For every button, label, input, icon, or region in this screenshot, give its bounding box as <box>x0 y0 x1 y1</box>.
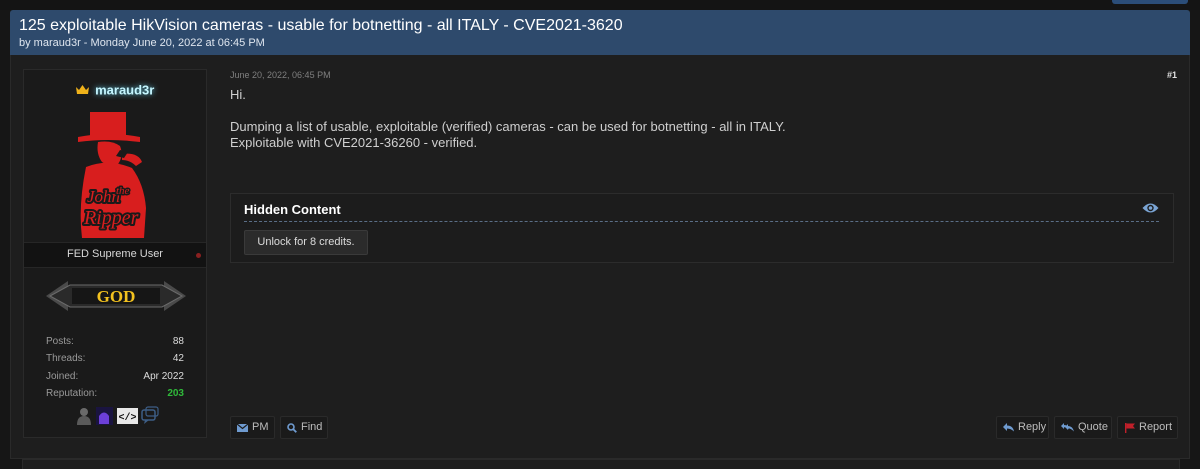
awards-row: </> <box>77 406 159 425</box>
next-post-edge <box>22 459 1180 469</box>
stat-label-threads: Threads: <box>46 353 86 364</box>
stat-value-reputation[interactable]: 203 <box>167 388 184 399</box>
author-username[interactable]: maraud3r <box>95 82 154 97</box>
find-label: Find <box>301 421 323 433</box>
find-button[interactable]: Find <box>280 416 328 439</box>
pm-button[interactable]: PM <box>230 416 275 439</box>
cloak-award-icon[interactable] <box>77 408 91 425</box>
stat-label-reputation: Reputation: <box>46 388 98 399</box>
usertitle: FED Supreme User <box>67 248 163 260</box>
svg-text:</>: </> <box>118 412 136 424</box>
stat-value-posts: 88 <box>172 336 184 347</box>
stat-label-posts: Posts: <box>46 336 74 347</box>
avatar-text-the: the <box>116 185 130 197</box>
thread-title: 125 exploitable HikVision cameras - usab… <box>19 17 623 34</box>
report-button[interactable]: Report <box>1117 416 1178 439</box>
post-body-line: Dumping a list of usable, exploitable (v… <box>230 119 786 134</box>
chat-award-icon[interactable] <box>141 406 159 424</box>
post-date: June 20, 2022, 06:45 PM <box>230 70 331 80</box>
post-number-link[interactable]: #1 <box>1167 70 1177 80</box>
reply-button[interactable]: Reply <box>996 416 1049 439</box>
stat-value-joined: Apr 2022 <box>143 371 184 382</box>
unlock-button[interactable]: Unlock for 8 credits. <box>244 230 368 255</box>
crown-icon <box>75 85 89 95</box>
author-panel: maraud3r John John the the Ripper Ripper… <box>23 69 207 438</box>
quote-label: Quote <box>1078 421 1108 433</box>
stat-value-threads: 42 <box>172 353 184 364</box>
pm-label: PM <box>252 421 269 433</box>
eye-icon <box>1142 203 1159 213</box>
flag-icon <box>1125 422 1135 433</box>
avatar-text-ripper: Ripper <box>83 207 139 229</box>
thread-header: 125 exploitable HikVision cameras - usab… <box>10 10 1190 55</box>
hidden-content-box: Hidden Content Unlock for 8 credits. <box>230 193 1174 263</box>
quote-reply-icon <box>1061 423 1074 432</box>
post-greeting: Hi. <box>230 87 246 102</box>
top-strip <box>0 0 1200 10</box>
report-label: Report <box>1139 421 1173 433</box>
reply-icon <box>1003 423 1014 432</box>
reply-label: Reply <box>1018 421 1047 433</box>
offline-status-dot <box>196 253 201 258</box>
search-icon <box>287 422 297 433</box>
hidden-content-divider <box>244 221 1159 222</box>
top-tab <box>1112 0 1188 4</box>
post: maraud3r John John the the Ripper Ripper… <box>10 55 1190 459</box>
rank-banner: GOD <box>46 281 186 311</box>
avatar[interactable]: John John the the Ripper Ripper <box>60 110 170 240</box>
post-body: Hi. Dumping a list of usable, exploitabl… <box>230 87 786 151</box>
usertitle-row: FED Supreme User <box>24 242 206 268</box>
author-name-row: maraud3r <box>24 81 206 99</box>
thread-meta: by maraud3r - Monday June 20, 2022 at 06… <box>19 37 265 49</box>
stat-label-joined: Joined: <box>46 371 79 382</box>
quote-button[interactable]: Quote <box>1054 416 1112 439</box>
code-award-icon[interactable]: </> <box>117 408 138 424</box>
hacker-award-icon[interactable] <box>96 407 113 425</box>
envelope-icon <box>236 423 249 432</box>
hidden-content-title: Hidden Content <box>244 202 341 217</box>
rank-text: GOD <box>97 287 136 306</box>
post-body-line: Exploitable with CVE2021-36260 - verifie… <box>230 135 478 150</box>
